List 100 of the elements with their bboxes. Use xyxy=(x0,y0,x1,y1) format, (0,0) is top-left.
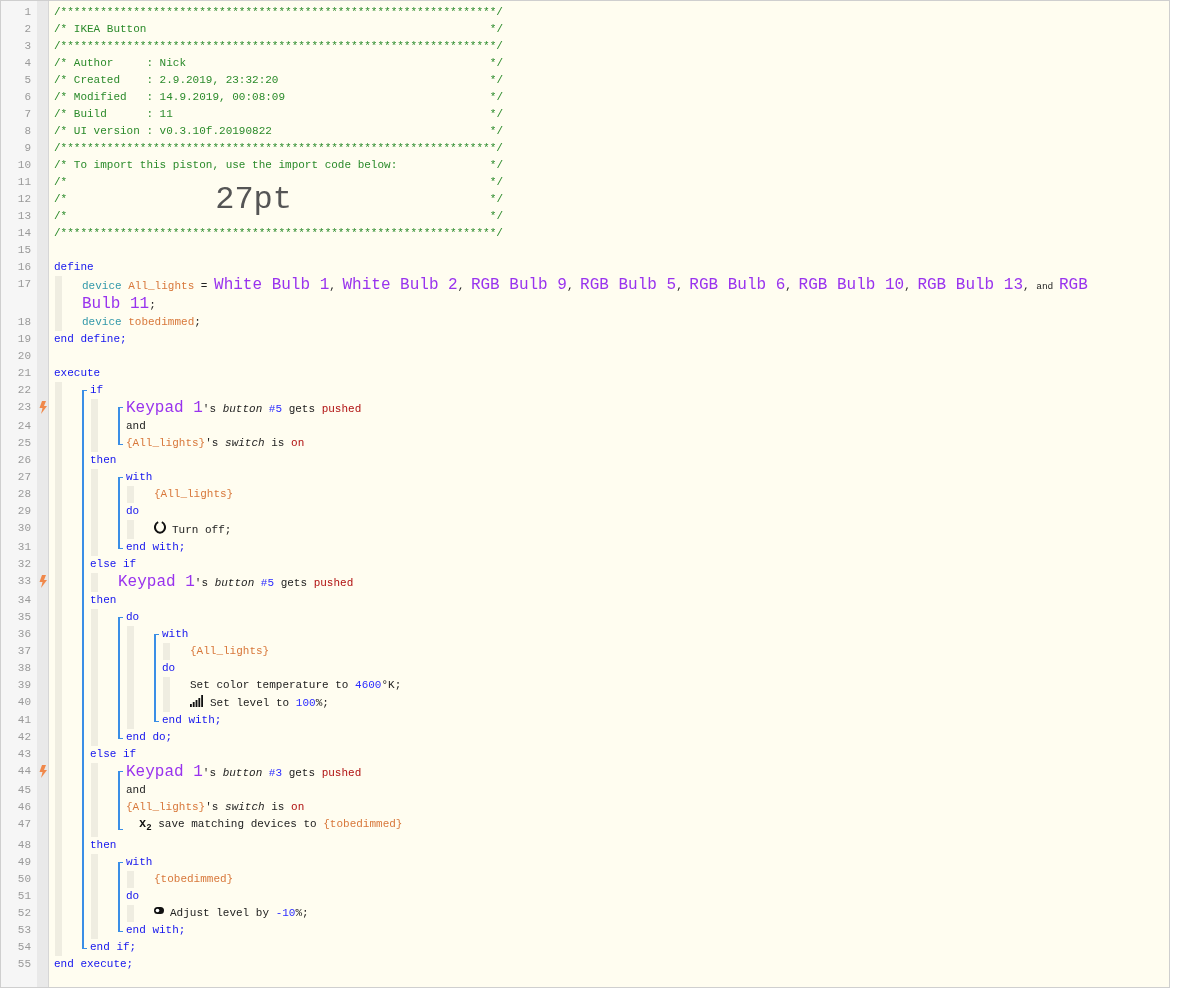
comment-text: /******************************************************************/ xyxy=(54,5,503,20)
line-number: 4 xyxy=(23,56,32,71)
line-number: 28 xyxy=(16,487,32,502)
comment-text: /* IKEA Button xyxy=(54,22,147,37)
line-number: 36 xyxy=(16,627,32,642)
comment-text: */ xyxy=(489,209,503,224)
line-number: 35 xyxy=(16,610,32,625)
code-line: device All_lights = White Bulb 1, White Bulb 2, RGB Bulb 9, RGB Bulb 5, RGB Bulb 6, RGB Bulb 10, RGB Bulb 13, and RGB Bulb 11; xyxy=(82,276,1089,314)
code-line: Adjust level by -10%; xyxy=(170,906,309,922)
line-number: 10 xyxy=(16,158,32,173)
code-line: then xyxy=(90,453,117,468)
comment-text: /******************************************************************/ xyxy=(54,226,503,241)
code-line: end do; xyxy=(126,730,173,745)
code-line: {All_lights}'s switch is on xyxy=(126,436,305,451)
code-line: if xyxy=(90,383,104,398)
line-number: 5 xyxy=(23,73,32,88)
line-number: 49 xyxy=(16,855,32,871)
comment-text: */ xyxy=(489,158,503,173)
line-number: 20 xyxy=(16,349,32,364)
code-line: {All_lights} xyxy=(190,644,270,659)
line-number: 43 xyxy=(16,747,32,762)
comment-text: */ xyxy=(489,192,503,207)
line-number: 18 xyxy=(16,315,32,330)
line-number: 46 xyxy=(16,800,32,815)
line-number: 8 xyxy=(23,124,32,139)
line-number: 50 xyxy=(16,872,32,888)
comment-text: */ xyxy=(489,107,503,122)
code-line: with xyxy=(126,470,153,485)
line-number: 33 xyxy=(16,574,32,589)
comment-text: /******************************************************************/ xyxy=(54,39,503,54)
line-number: 53 xyxy=(16,923,32,939)
code-line: do xyxy=(162,661,176,676)
line-number: 26 xyxy=(16,453,32,468)
line-number: 54 xyxy=(16,940,32,956)
line-number: 24 xyxy=(16,419,32,434)
line-number: 51 xyxy=(16,889,32,905)
code-line: then xyxy=(90,593,117,608)
code-line: else if xyxy=(90,557,137,572)
power-icon xyxy=(154,520,166,534)
line-number: 15 xyxy=(16,243,32,258)
code-line: do xyxy=(126,504,140,519)
line-number: 1 xyxy=(23,5,32,20)
comment-text: /* Author : Nick xyxy=(54,56,187,71)
code-line: and xyxy=(126,419,146,434)
code-line: with xyxy=(162,627,189,642)
line-number: 45 xyxy=(16,783,32,798)
code-line: do xyxy=(126,889,140,905)
line-number: 30 xyxy=(16,521,32,536)
code-line: define xyxy=(54,260,94,275)
code-line: Keypad 1's button #3 gets pushed xyxy=(126,763,362,782)
code-line: end with; xyxy=(126,923,186,939)
comment-text: /* xyxy=(54,192,68,207)
line-number: 52 xyxy=(16,906,32,922)
line-number: 19 xyxy=(16,332,32,347)
line-number: 44 xyxy=(16,764,32,779)
line-number: 22 xyxy=(16,383,32,398)
line-number: 32 xyxy=(16,557,32,572)
toggle-icon xyxy=(154,907,164,915)
line-number: 23 xyxy=(16,400,32,415)
comment-text: /* Build : 11 xyxy=(54,107,173,122)
code-line: execute xyxy=(54,366,101,381)
line-number: 38 xyxy=(16,661,32,676)
comment-text: */ xyxy=(489,73,503,88)
code-line: Set color temperature to 4600°K; xyxy=(190,678,402,693)
comment-text: */ xyxy=(489,56,503,71)
import-code-label: 27pt xyxy=(215,183,292,216)
line-number: 16 xyxy=(16,260,32,275)
comment-text: /******************************************************************/ xyxy=(54,141,503,156)
comment-text: */ xyxy=(489,124,503,139)
line-number: 6 xyxy=(23,90,32,105)
comment-text: /* xyxy=(54,209,68,224)
comment-text: /* UI version : v0.3.10f.20190822 xyxy=(54,124,272,139)
line-number: 17 xyxy=(16,277,32,292)
code-line: Set level to 100%; xyxy=(210,696,329,711)
comment-text: /* Modified : 14.9.2019, 00:08:09 xyxy=(54,90,286,105)
line-number: 39 xyxy=(16,678,32,693)
line-number: 34 xyxy=(16,593,32,608)
line-number: 25 xyxy=(16,436,32,451)
line-number: 7 xyxy=(23,107,32,122)
code-line: Keypad 1's button #5 gets pushed xyxy=(126,399,362,418)
line-number: 13 xyxy=(16,209,32,224)
comment-text: */ xyxy=(489,175,503,190)
code-line: and xyxy=(126,783,146,798)
comment-text: /* xyxy=(54,175,68,190)
code-line: device tobedimmed; xyxy=(82,315,201,330)
line-number: 41 xyxy=(16,713,32,728)
line-number: 9 xyxy=(23,141,32,156)
line-number: 48 xyxy=(16,838,32,854)
code-line: x$_{2}$ save matching devices to {tobedimmed} xyxy=(138,816,403,836)
line-number: 27 xyxy=(16,470,32,485)
code-line: end execute; xyxy=(54,957,134,973)
code-line: {All_lights} xyxy=(154,487,234,502)
line-number: 2 xyxy=(23,22,32,37)
line-number: 21 xyxy=(16,366,32,381)
line-number: 37 xyxy=(16,644,32,659)
line-number: 3 xyxy=(23,39,32,54)
code-line: do xyxy=(126,610,140,625)
line-number: 42 xyxy=(16,730,32,745)
code-line: {tobedimmed} xyxy=(154,872,234,888)
comment-text: */ xyxy=(489,90,503,105)
